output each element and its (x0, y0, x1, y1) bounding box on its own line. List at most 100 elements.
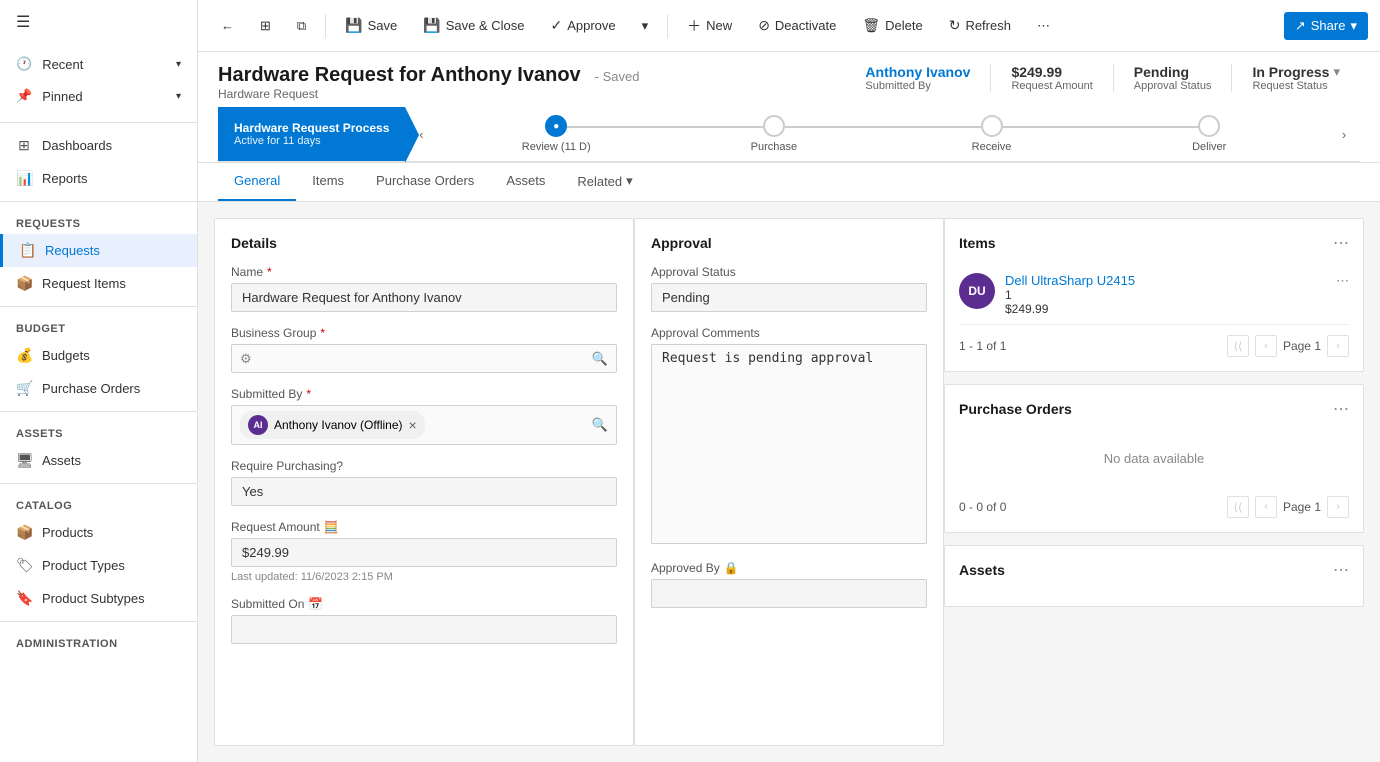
request-amount-input[interactable] (231, 538, 617, 567)
sidebar-item-dashboards[interactable]: ⊞ Dashboards (0, 129, 197, 162)
save-close-button[interactable]: 💾 Save & Close (412, 11, 535, 40)
sidebar-item-request-items[interactable]: 📦 Request Items (0, 267, 197, 300)
tab-related[interactable]: Related ▾ (561, 163, 648, 201)
sidebar-item-recent[interactable]: 🕐 Recent ▾ (0, 48, 197, 80)
item-info: Dell UltraSharp U2415 1 $249.99 (1005, 273, 1326, 316)
expand-button[interactable]: ⊞ (249, 12, 282, 40)
sidebar: ☰ 🕐 Recent ▾ 📌 Pinned ▾ ⊞ Dashboards 📊 R… (0, 0, 198, 762)
approve-dropdown-button[interactable]: ▾ (631, 12, 660, 40)
approval-status-input[interactable] (651, 283, 927, 312)
purchase-label: Purchase (751, 141, 797, 153)
name-field: Name * (231, 265, 617, 312)
po-prev-page[interactable]: ‹ (1255, 496, 1277, 518)
sidebar-request-items-label: Request Items (42, 276, 126, 291)
process-step-purchase[interactable]: Purchase (665, 107, 883, 161)
approval-comments-textarea[interactable] (651, 344, 927, 544)
record-title: Hardware Request for Anthony Ivanov (218, 64, 581, 87)
assets-panel: Assets ⋯ (944, 545, 1364, 607)
sidebar-item-requests[interactable]: 📋 Requests (0, 234, 197, 267)
process-nav-right[interactable]: › (1328, 107, 1360, 161)
sidebar-item-budgets[interactable]: 💰 Budgets (0, 339, 197, 372)
new-button[interactable]: ＋ New (676, 10, 743, 42)
deactivate-button[interactable]: ⊘ Deactivate (747, 11, 847, 40)
sidebar-purchase-orders-label: Purchase Orders (42, 381, 140, 396)
require-purchasing-field: Require Purchasing? (231, 459, 617, 506)
tab-assets-label: Assets (506, 173, 545, 188)
items-panel-more[interactable]: ⋯ (1333, 233, 1349, 253)
item-avatar: DU (959, 273, 995, 309)
approved-by-label: Approved By 🔒 (651, 561, 927, 575)
share-button[interactable]: ↗ Share ▾ (1284, 12, 1368, 40)
approve-button[interactable]: ✓ Approve (539, 11, 626, 40)
tab-purchase-orders[interactable]: Purchase Orders (360, 163, 490, 201)
items-next-page[interactable]: › (1327, 335, 1349, 357)
submitted-by-search-icon[interactable]: 🔍 (592, 417, 608, 433)
deactivate-icon: ⊘ (758, 17, 770, 34)
popup-button[interactable]: ⧉ (286, 12, 317, 40)
tab-assets[interactable]: Assets (490, 163, 561, 201)
items-prev-page[interactable]: ‹ (1255, 335, 1277, 357)
sidebar-item-product-subtypes[interactable]: 🔖 Product Subtypes (0, 582, 197, 615)
requests-icon: 📋 (19, 242, 35, 259)
delete-button[interactable]: 🗑 Delete (851, 11, 933, 40)
po-panel-more[interactable]: ⋯ (1333, 399, 1349, 419)
item-more-button[interactable]: ⋯ (1336, 273, 1349, 289)
process-stage-status: Active for 11 days (234, 135, 389, 147)
sidebar-hamburger[interactable]: ☰ (0, 0, 197, 44)
name-input[interactable] (231, 283, 617, 312)
sidebar-item-purchase-orders[interactable]: 🛒 Purchase Orders (0, 372, 197, 405)
business-group-input[interactable] (256, 345, 592, 372)
record-meta: Anthony Ivanov Submitted By $249.99 Requ… (845, 64, 1360, 92)
sidebar-product-types-label: Product Types (42, 558, 125, 573)
items-page-label: Page 1 (1283, 339, 1321, 353)
po-panel-title: Purchase Orders (959, 401, 1072, 417)
back-icon: ← (221, 18, 234, 33)
require-purchasing-input[interactable] (231, 477, 617, 506)
sidebar-divider-2 (0, 201, 197, 202)
details-section-title: Details (231, 235, 617, 251)
process-stage-name: Hardware Request Process (234, 121, 389, 135)
sidebar-products-label: Products (42, 525, 93, 540)
product-types-icon: 🏷 (16, 557, 32, 574)
business-group-field: Business Group * ⚙ 🔍 (231, 326, 617, 373)
submitted-on-input[interactable] (231, 615, 617, 644)
back-button[interactable]: ← (210, 12, 245, 39)
tab-items[interactable]: Items (296, 163, 360, 201)
sidebar-dashboards-label: Dashboards (42, 138, 112, 153)
person-tag-remove[interactable]: × (409, 418, 417, 432)
toolbar: ← ⊞ ⧉ 💾 Save 💾 Save & Close ✓ Approve ▾ … (198, 0, 1380, 52)
tab-general[interactable]: General (218, 163, 296, 201)
process-step-review[interactable]: Review (11 D) (447, 107, 665, 161)
process-step-receive[interactable]: Receive (883, 107, 1101, 161)
deliver-label: Deliver (1192, 141, 1226, 153)
sidebar-item-assets[interactable]: 🖥 Assets (0, 444, 197, 477)
items-first-page[interactable]: ⟨⟨ (1227, 335, 1249, 357)
item-name[interactable]: Dell UltraSharp U2415 (1005, 273, 1326, 288)
save-close-icon: 💾 (423, 17, 440, 34)
sidebar-item-reports[interactable]: 📊 Reports (0, 162, 197, 195)
assets-panel-more[interactable]: ⋯ (1333, 560, 1349, 580)
approve-icon: ✓ (550, 17, 562, 34)
refresh-button[interactable]: ↻ Refresh (938, 11, 1022, 40)
po-no-data: No data available (959, 431, 1349, 486)
request-status-expand[interactable]: ▾ (1333, 64, 1340, 80)
business-group-search-icon[interactable]: 🔍 (592, 351, 608, 367)
more-button[interactable]: ⋯ (1026, 12, 1061, 40)
pinned-icon: 📌 (16, 88, 32, 104)
sidebar-item-product-types[interactable]: 🏷 Product Types (0, 549, 197, 582)
tab-general-label: General (234, 173, 280, 188)
sidebar-item-products[interactable]: 📦 Products (0, 516, 197, 549)
expand-icon: ⊞ (260, 18, 271, 34)
submitted-on-label: Submitted On 📅 (231, 597, 617, 611)
sidebar-item-pinned[interactable]: 📌 Pinned ▾ (0, 80, 197, 112)
po-next-page[interactable]: › (1327, 496, 1349, 518)
approval-section-title: Approval (651, 235, 927, 251)
record-header: Hardware Request for Anthony Ivanov - Sa… (198, 52, 1380, 163)
process-step-deliver[interactable]: Deliver (1100, 107, 1318, 161)
business-group-input-wrapper: ⚙ 🔍 (231, 344, 617, 373)
record-meta-approval-status: Pending Approval Status (1113, 64, 1232, 92)
po-first-page[interactable]: ⟨⟨ (1227, 496, 1249, 518)
save-button[interactable]: 💾 Save (334, 11, 408, 40)
approved-by-input[interactable] (651, 579, 927, 608)
details-section: Details Name * Business Group * ⚙ 🔍 (214, 218, 634, 746)
